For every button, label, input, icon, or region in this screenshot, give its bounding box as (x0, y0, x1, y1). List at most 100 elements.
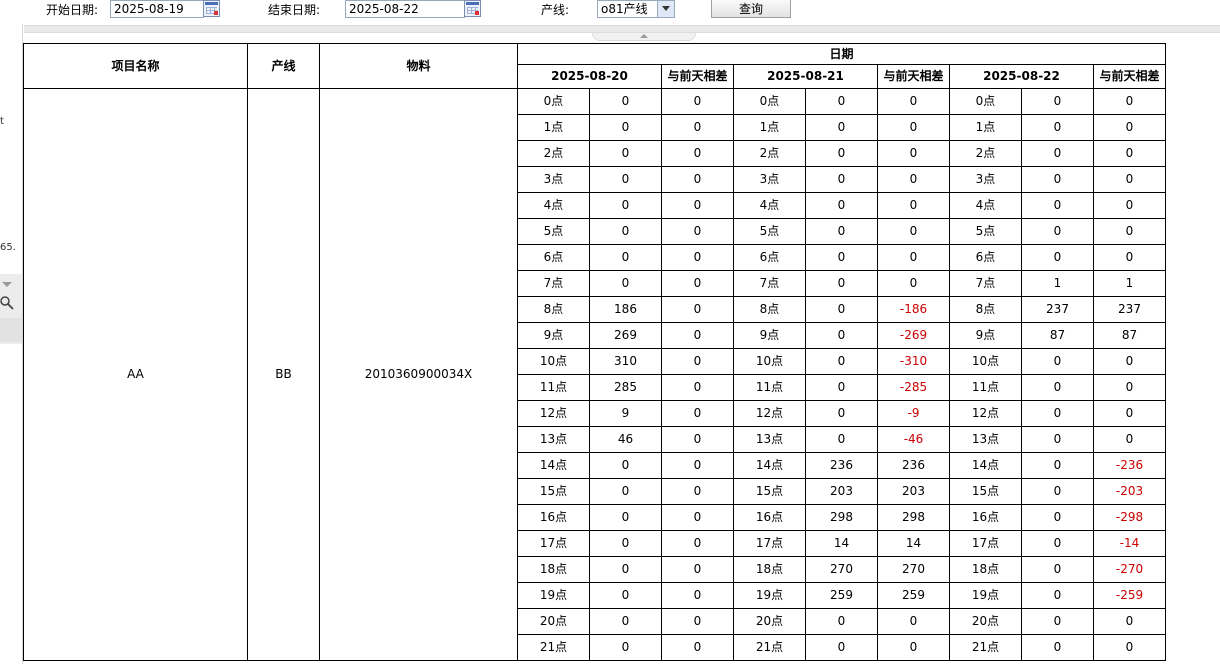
diff-cell: 0 (877, 608, 950, 635)
diff-cell: -285 (877, 374, 950, 401)
qty-cell: 0 (589, 556, 662, 583)
qty-cell: 0 (589, 218, 662, 245)
diff-cell: 0 (1093, 374, 1166, 401)
line-cell: BB (247, 88, 320, 661)
search-icon[interactable] (0, 296, 14, 310)
qty-cell: 0 (805, 192, 878, 219)
start-date-label: 开始日期: (46, 3, 99, 17)
hour-cell: 16点 (733, 504, 806, 531)
hour-cell: 18点 (733, 556, 806, 583)
hour-cell: 10点 (949, 348, 1022, 375)
hour-cell: 14点 (517, 452, 590, 479)
qty-cell: 0 (805, 140, 878, 167)
hour-cell: 1点 (517, 114, 590, 141)
hour-cell: 0点 (517, 88, 590, 115)
hour-cell: 20点 (733, 608, 806, 635)
qty-cell: 0 (1021, 400, 1094, 427)
qty-cell: 0 (805, 296, 878, 323)
qty-cell: 0 (1021, 140, 1094, 167)
hour-cell: 19点 (517, 582, 590, 609)
hour-cell: 18点 (517, 556, 590, 583)
hour-cell: 0点 (949, 88, 1022, 115)
hour-cell: 19点 (733, 582, 806, 609)
chevron-down-icon[interactable] (657, 1, 674, 17)
table-row: AA BB 2010360900034X 0点 0 0 0点 0 0 0点 0 0 (23, 88, 1166, 661)
diff-cell: 0 (1093, 114, 1166, 141)
qty-cell: 0 (589, 166, 662, 193)
start-date-input[interactable] (110, 0, 204, 18)
collapse-toggle[interactable] (592, 33, 696, 41)
diff-cell: -203 (1093, 478, 1166, 505)
diff-cell: 0 (661, 504, 734, 531)
hour-cell: 21点 (517, 634, 590, 661)
end-date-calendar-icon[interactable] (464, 0, 481, 17)
diff-cell: 87 (1093, 322, 1166, 349)
qty-cell: 0 (1021, 582, 1094, 609)
hour-cell: 3点 (733, 166, 806, 193)
diff-cell: 0 (877, 244, 950, 271)
end-date-input[interactable] (345, 0, 465, 18)
qty-cell: 0 (1021, 374, 1094, 401)
query-button[interactable]: 查询 (711, 0, 791, 18)
sidebar-collapse-icon[interactable] (2, 282, 12, 287)
diff-cell: 0 (661, 634, 734, 661)
diff-cell: -46 (877, 426, 950, 453)
hour-cell: 12点 (517, 400, 590, 427)
header-diff-3: 与前天相差 (1093, 64, 1166, 89)
diff-cell: 0 (661, 322, 734, 349)
hour-cell: 17点 (517, 530, 590, 557)
hour-cell: 7点 (949, 270, 1022, 297)
diff-cell: 270 (877, 556, 950, 583)
hour-cell: 11点 (733, 374, 806, 401)
qty-cell: 0 (589, 634, 662, 661)
hour-cell: 11点 (949, 374, 1022, 401)
qty-cell: 0 (1021, 88, 1094, 115)
qty-cell: 0 (589, 88, 662, 115)
diff-cell: -259 (1093, 582, 1166, 609)
report-body: AA BB 2010360900034X 0点 0 0 0点 0 0 0点 0 0 1点 0 0 1点 0 0 1点… (23, 88, 1166, 661)
diff-cell: 1 (1093, 270, 1166, 297)
hour-cell: 20点 (517, 608, 590, 635)
hour-cell: 15点 (949, 478, 1022, 505)
qty-cell: 298 (805, 504, 878, 531)
diff-cell: -186 (877, 296, 950, 323)
diff-cell: 237 (1093, 296, 1166, 323)
diff-cell: 0 (661, 556, 734, 583)
sidebar-selected-item[interactable] (0, 318, 22, 342)
diff-cell: 0 (661, 140, 734, 167)
diff-cell: -298 (1093, 504, 1166, 531)
left-sidebar-strip: t 65. (0, 0, 23, 664)
hour-cell: 7点 (517, 270, 590, 297)
qty-cell: 0 (1021, 114, 1094, 141)
diff-cell: 0 (1093, 88, 1166, 115)
line-label: 产线: (541, 3, 570, 17)
header-date-2: 2025-08-21 (733, 64, 878, 89)
start-date-calendar-icon[interactable] (203, 0, 220, 17)
diff-cell: -14 (1093, 530, 1166, 557)
header-date-group: 日期 (517, 43, 1166, 65)
diff-cell: 0 (877, 140, 950, 167)
qty-cell: 0 (805, 166, 878, 193)
hour-cell: 4点 (517, 192, 590, 219)
line-select[interactable]: o81产线 (597, 0, 675, 18)
hour-cell: 12点 (949, 400, 1022, 427)
hour-cell: 17点 (733, 530, 806, 557)
qty-cell: 0 (805, 634, 878, 661)
qty-cell: 0 (589, 582, 662, 609)
hour-cell: 9点 (733, 322, 806, 349)
hour-cell: 15点 (733, 478, 806, 505)
qty-cell: 259 (805, 582, 878, 609)
qty-cell: 0 (805, 244, 878, 271)
qty-cell: 0 (805, 426, 878, 453)
hour-cell: 6点 (733, 244, 806, 271)
hour-cell: 12点 (733, 400, 806, 427)
hour-cell: 8点 (949, 296, 1022, 323)
diff-cell: 0 (661, 88, 734, 115)
hour-cell: 4点 (733, 192, 806, 219)
qty-cell: 0 (1021, 166, 1094, 193)
hour-cell: 2点 (733, 140, 806, 167)
header-date-1: 2025-08-20 (517, 64, 662, 89)
hour-cell: 21点 (733, 634, 806, 661)
panel-splitter[interactable] (24, 25, 1220, 33)
hour-cell: 2点 (517, 140, 590, 167)
